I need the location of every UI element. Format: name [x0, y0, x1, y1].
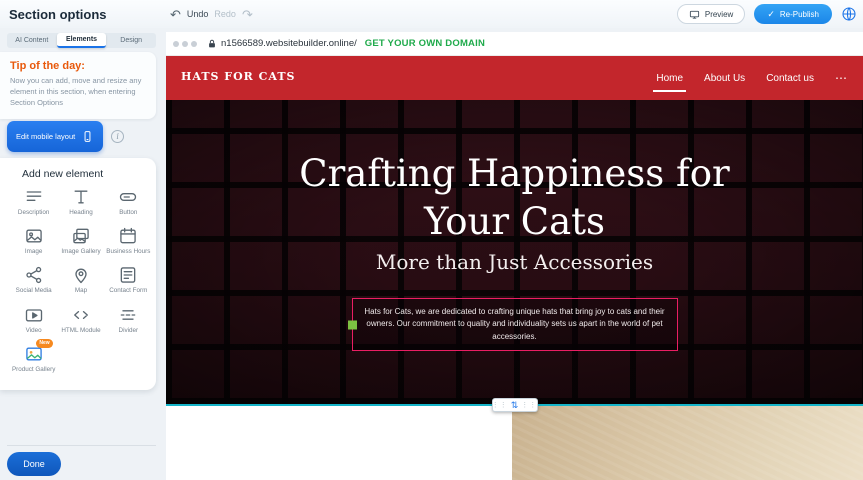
social-media-icon [24, 265, 44, 285]
next-section [166, 406, 863, 480]
sidebar: AI Content Elements Design Tip of the da… [0, 28, 166, 480]
get-domain-link[interactable]: GET YOUR OWN DOMAIN [365, 38, 485, 49]
site-logo[interactable]: HATS FOR CATS [181, 70, 295, 83]
resize-arrows-icon: ⇅ [511, 401, 519, 410]
preview-label: Preview [705, 10, 733, 19]
lock-icon [207, 39, 217, 49]
video-icon [24, 305, 44, 325]
app-window: Section options ↶ Undo Redo ↷ Preview ✓ … [0, 0, 863, 480]
element-item-description[interactable]: Description [10, 187, 57, 217]
nav-about-us[interactable]: About Us [704, 73, 745, 84]
tab-design[interactable]: Design [106, 33, 156, 48]
window-dot [182, 41, 188, 47]
element-item-heading[interactable]: Heading [57, 187, 104, 217]
done-button[interactable]: Done [7, 452, 61, 476]
hero-heading[interactable]: Crafting Happiness for Your Cats [265, 150, 765, 246]
phone-icon [81, 130, 94, 143]
html-module-icon [71, 305, 91, 325]
button-icon [118, 187, 138, 207]
monitor-icon [689, 9, 700, 20]
nav-more-icon[interactable]: ⋯ [835, 71, 847, 85]
element-item-button[interactable]: Button [105, 187, 152, 217]
add-panel-title: Add new element [22, 168, 152, 180]
business-hours-icon [118, 226, 138, 246]
hero-paragraph-box[interactable]: Hats for Cats, we are dedicated to craft… [352, 298, 678, 351]
element-item-social-media[interactable]: Social Media [10, 265, 57, 295]
grip-dots-icon: ⋮⋮ [521, 402, 537, 409]
map-icon [71, 265, 91, 285]
element-grid: Description Heading Button Image Image G [10, 187, 152, 374]
heading-icon [71, 187, 91, 207]
redo-button[interactable]: Redo [214, 9, 236, 19]
element-item-image[interactable]: Image [10, 226, 57, 256]
site-preview: n1566589.websitebuilder.online/ GET YOUR… [166, 32, 863, 480]
republish-label: Re-Publish [780, 10, 819, 19]
contact-form-icon [118, 265, 138, 285]
window-dot [173, 41, 179, 47]
tip-card: Tip of the day: Now you can add, move an… [0, 52, 156, 119]
undo-icon[interactable]: ↶ [170, 8, 181, 21]
check-icon: ✓ [767, 10, 775, 19]
globe-icon[interactable] [841, 6, 857, 22]
image-icon [24, 226, 44, 246]
sidebar-tabs: AI Content Elements Design [7, 33, 156, 48]
info-icon[interactable]: i [111, 130, 124, 143]
element-item-contact-form[interactable]: Contact Form [105, 265, 152, 295]
add-element-panel: Add new element Description Heading Butt… [0, 158, 156, 390]
undo-button[interactable]: Undo [187, 9, 209, 19]
section-resize-handle[interactable]: ⋮⋮ ⇅ ⋮⋮ [492, 398, 538, 412]
tab-elements[interactable]: Elements [57, 33, 107, 48]
hero-paragraph: Hats for Cats, we are dedicated to craft… [363, 306, 667, 343]
edit-mobile-row: Edit mobile layout i [7, 121, 124, 152]
element-item-image-gallery[interactable]: Image Gallery [57, 226, 104, 256]
element-drag-handle[interactable] [348, 320, 357, 329]
element-item-map[interactable]: Map [57, 265, 104, 295]
tip-title: Tip of the day: [10, 60, 146, 72]
section-image[interactable] [512, 406, 863, 480]
preview-button[interactable]: Preview [677, 4, 745, 24]
topbar: Section options ↶ Undo Redo ↷ Preview ✓ … [0, 0, 863, 28]
new-badge: New [36, 339, 52, 348]
element-item-business-hours[interactable]: Business Hours [105, 226, 152, 256]
nav-contact-us[interactable]: Contact us [766, 73, 814, 84]
product-gallery-icon: New [24, 344, 44, 364]
tab-ai-content[interactable]: AI Content [7, 33, 57, 48]
site-nav: Home About Us Contact us ⋯ [656, 56, 847, 100]
element-item-product-gallery[interactable]: New Product Gallery [10, 344, 57, 374]
window-dot [191, 41, 197, 47]
description-icon [24, 187, 44, 207]
site-header: HATS FOR CATS Home About Us Contact us ⋯ [166, 56, 863, 100]
element-item-video[interactable]: Video [10, 305, 57, 335]
grip-dots-icon: ⋮⋮ [492, 402, 508, 409]
sidebar-divider [7, 445, 156, 446]
hero-subheading[interactable]: More than Just Accessories [376, 250, 653, 274]
history-controls: ↶ Undo Redo ↷ [170, 8, 253, 21]
tip-body: Now you can add, move and resize any ele… [10, 76, 146, 109]
divider-icon [118, 305, 138, 325]
element-item-divider[interactable]: Divider [105, 305, 152, 335]
topbar-actions: Preview ✓ Re-Publish [677, 4, 857, 24]
redo-icon[interactable]: ↷ [242, 8, 253, 21]
hero-section: Crafting Happiness for Your Cats More th… [166, 100, 863, 404]
republish-button[interactable]: ✓ Re-Publish [754, 4, 832, 24]
image-gallery-icon [71, 226, 91, 246]
edit-mobile-label: Edit mobile layout [16, 132, 75, 141]
element-item-html-module[interactable]: HTML Module [57, 305, 104, 335]
nav-home[interactable]: Home [656, 73, 683, 84]
edit-mobile-layout-button[interactable]: Edit mobile layout [7, 121, 103, 152]
browser-bar: n1566589.websitebuilder.online/ GET YOUR… [166, 32, 863, 56]
site-url: n1566589.websitebuilder.online/ [221, 38, 357, 49]
page-title: Section options [0, 7, 107, 22]
